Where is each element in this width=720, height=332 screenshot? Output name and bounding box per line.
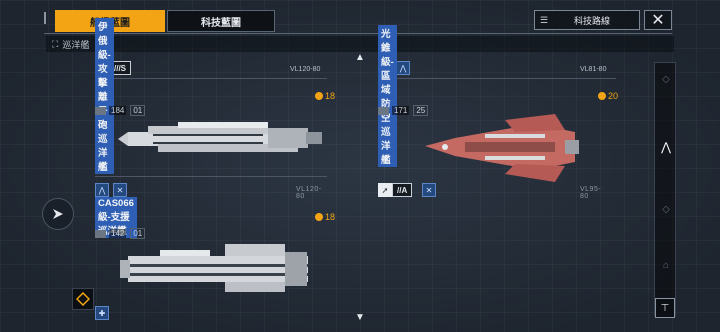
ship-stats: 171 25: [378, 105, 429, 116]
cost-value: 18: [325, 91, 336, 101]
stat-value: 171: [392, 106, 410, 115]
tab-bar: 船艦藍圖 科技藍圖: [55, 10, 275, 32]
arrow-nav-icon: [53, 209, 63, 219]
shield-up-icon: ⋀: [95, 183, 109, 197]
coin-icon: [315, 92, 323, 100]
rail-marker[interactable]: ⌂: [660, 259, 672, 271]
hull-icon: [378, 106, 389, 115]
repair-icon: ✚: [95, 306, 109, 320]
header-divider: [44, 33, 672, 34]
rail-marker-active[interactable]: ⋀: [660, 140, 672, 154]
divider-line: [95, 78, 327, 79]
top-left-code-text: VL120-80: [290, 65, 321, 73]
coin-icon: [315, 213, 323, 221]
crossed-swords-icon: ✕: [422, 183, 436, 197]
tech-route-button[interactable]: ☰ 科技路線: [534, 10, 640, 30]
tech-route-label: 科技路線: [573, 15, 610, 26]
crossed-swords-icon: ✕: [113, 183, 127, 197]
section-rail[interactable]: ◇ ⋀ ◇ ⌂: [654, 62, 676, 316]
ship-image-cas066: [120, 244, 308, 292]
attack-role-icon: ➚: [378, 183, 392, 197]
ship-stats: 142 01: [95, 228, 146, 239]
hull-icon: [95, 229, 106, 238]
ship-cost: 18: [315, 91, 335, 101]
ship-code: VL95-80: [580, 186, 602, 200]
scroll-down-icon[interactable]: ▼: [354, 313, 366, 323]
shield-badge-icon[interactable]: [72, 288, 94, 310]
ship-image-light-cone: [425, 114, 579, 182]
badge-emblem: [76, 292, 90, 306]
nav-arrow-button[interactable]: [42, 198, 74, 230]
card-divider: [95, 176, 327, 177]
filter-icon: ⊤: [660, 302, 670, 314]
ship-rank: //A: [392, 183, 413, 197]
cruiser-class-icon: ⛶: [52, 38, 59, 49]
category-label: 巡洋艦: [62, 39, 90, 50]
coin-icon: [598, 92, 606, 100]
close-button[interactable]: ✕: [644, 10, 672, 30]
ship-level: 01: [130, 228, 146, 239]
ship-tags: ✚: [95, 306, 113, 320]
rail-marker[interactable]: ◇: [660, 73, 672, 85]
cost-value: 18: [325, 212, 336, 222]
ship-name: 伊俄級-攻擊離子砲巡洋艦: [95, 18, 114, 174]
scroll-up-icon[interactable]: ▲: [354, 53, 366, 63]
list-icon: ☰: [539, 14, 549, 25]
ship-tags: ✕: [422, 183, 440, 197]
ship-tags: ⋀ ✕: [95, 183, 131, 197]
category-filter-bar[interactable]: ⛶ 巡洋艦: [46, 36, 674, 52]
top-right-code: VL81-80: [580, 63, 606, 75]
shield-up-icon: ⋀: [396, 61, 410, 75]
rail-marker[interactable]: ◇: [660, 203, 672, 215]
cost-value: 20: [608, 91, 619, 101]
corner-mark: [44, 12, 50, 24]
close-icon: ✕: [651, 12, 665, 29]
tab-tech-blueprints[interactable]: 科技藍圖: [167, 10, 275, 32]
top-right-code-text: VL81-80: [580, 65, 607, 73]
stat-value: 142: [109, 229, 127, 238]
ship-image-io: [118, 122, 322, 152]
ship-role-tag: ➚ //A: [378, 183, 413, 197]
ship-code: VL120-80: [296, 186, 322, 200]
divider-line: [378, 78, 616, 79]
ship-name: 光錐級-區域防空巡洋艦: [378, 25, 397, 167]
filter-button[interactable]: ⊤: [655, 298, 675, 318]
ship-cost: 20: [598, 91, 618, 101]
top-left-code: VL120-80: [290, 63, 320, 75]
hull-icon: [95, 106, 106, 115]
ship-cost: 18: [315, 212, 335, 222]
